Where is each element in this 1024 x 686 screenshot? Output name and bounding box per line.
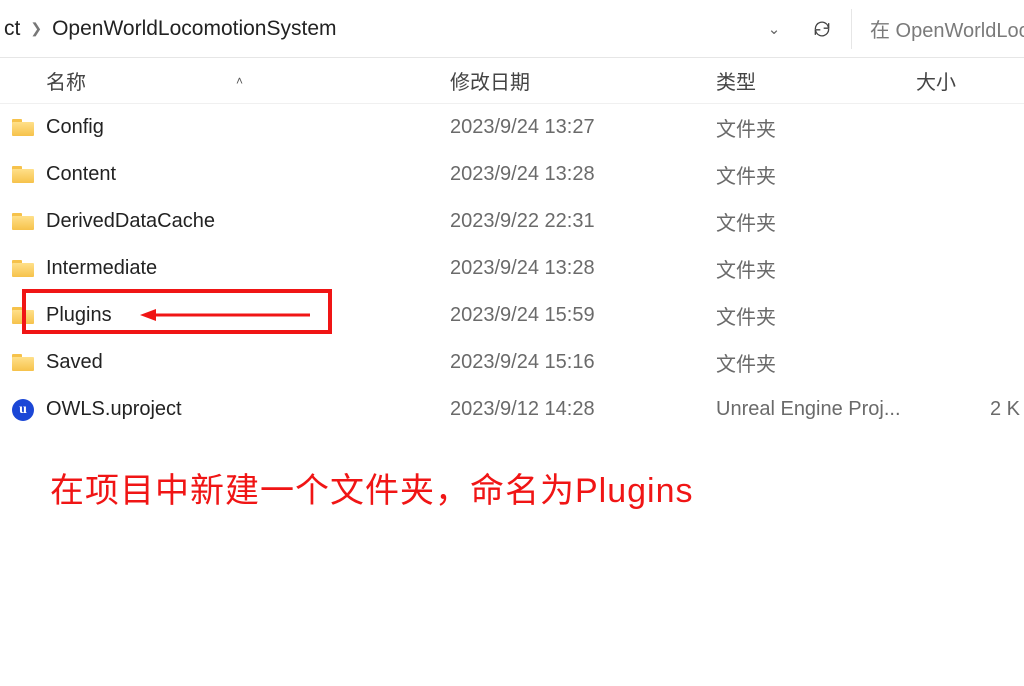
column-header-name-label: 名称	[46, 66, 86, 95]
file-type: 文件夹	[716, 254, 916, 283]
file-date: 2023/9/24 13:28	[450, 257, 716, 280]
address-bar: ct ❯ OpenWorldLocomotionSystem ⌄ 在 OpenW…	[0, 0, 1024, 58]
folder-icon	[12, 119, 34, 136]
column-header-size[interactable]: 大小	[916, 66, 1024, 95]
file-name: Content	[46, 163, 450, 186]
file-date: 2023/9/24 15:16	[450, 351, 716, 374]
refresh-button[interactable]	[797, 7, 847, 51]
file-name: Saved	[46, 351, 450, 374]
file-type: 文件夹	[716, 207, 916, 236]
file-type: 文件夹	[716, 348, 916, 377]
folder-icon	[12, 307, 34, 324]
breadcrumb-prev[interactable]: ct	[4, 17, 20, 41]
file-date: 2023/9/22 22:31	[450, 210, 716, 233]
folder-icon	[12, 213, 34, 230]
sort-asc-icon: ˄	[236, 74, 243, 88]
unreal-engine-icon: u	[12, 399, 34, 421]
list-item[interactable]: DerivedDataCache2023/9/22 22:31文件夹	[0, 198, 1024, 245]
refresh-icon	[812, 19, 832, 39]
list-item[interactable]: Config2023/9/24 13:27文件夹	[0, 104, 1024, 151]
folder-icon	[12, 166, 34, 183]
column-header-type[interactable]: 类型	[716, 66, 916, 95]
column-header-name[interactable]: 名称 ˄	[0, 66, 450, 95]
breadcrumb[interactable]: ct ❯ OpenWorldLocomotionSystem ⌄	[0, 7, 797, 51]
list-item[interactable]: Plugins2023/9/24 15:59文件夹	[0, 292, 1024, 339]
file-date: 2023/9/24 15:59	[450, 304, 716, 327]
file-name: Intermediate	[46, 257, 450, 280]
file-name: Config	[46, 116, 450, 139]
list-item[interactable]: Content2023/9/24 13:28文件夹	[0, 151, 1024, 198]
divider	[851, 9, 852, 49]
file-type: 文件夹	[716, 301, 916, 330]
list-item[interactable]: Intermediate2023/9/24 13:28文件夹	[0, 245, 1024, 292]
file-name: OWLS.uproject	[46, 398, 450, 421]
chevron-right-icon: ❯	[30, 20, 42, 37]
file-size: 2 K	[916, 398, 1024, 421]
annotation-caption: 在项目中新建一个文件夹，命名为Plugins	[0, 433, 1024, 512]
breadcrumb-current[interactable]: OpenWorldLocomotionSystem	[52, 17, 336, 41]
list-item[interactable]: u OWLS.uproject2023/9/12 14:28Unreal Engi…	[0, 386, 1024, 433]
column-header-row: 名称 ˄ 修改日期 类型 大小	[0, 58, 1024, 104]
file-type: 文件夹	[716, 160, 916, 189]
search-input[interactable]: 在 OpenWorldLoco	[856, 7, 1024, 51]
folder-icon	[12, 260, 34, 277]
file-name: DerivedDataCache	[46, 210, 450, 233]
folder-icon	[12, 354, 34, 371]
file-list: Config2023/9/24 13:27文件夹Content2023/9/24…	[0, 104, 1024, 433]
file-date: 2023/9/24 13:28	[450, 163, 716, 186]
file-type: Unreal Engine Proj...	[716, 398, 916, 421]
file-name: Plugins	[46, 304, 450, 327]
column-header-date[interactable]: 修改日期	[450, 66, 716, 95]
list-item[interactable]: Saved2023/9/24 15:16文件夹	[0, 339, 1024, 386]
file-date: 2023/9/24 13:27	[450, 116, 716, 139]
chevron-down-icon[interactable]: ⌄	[765, 20, 783, 38]
file-date: 2023/9/12 14:28	[450, 398, 716, 421]
file-type: 文件夹	[716, 113, 916, 142]
